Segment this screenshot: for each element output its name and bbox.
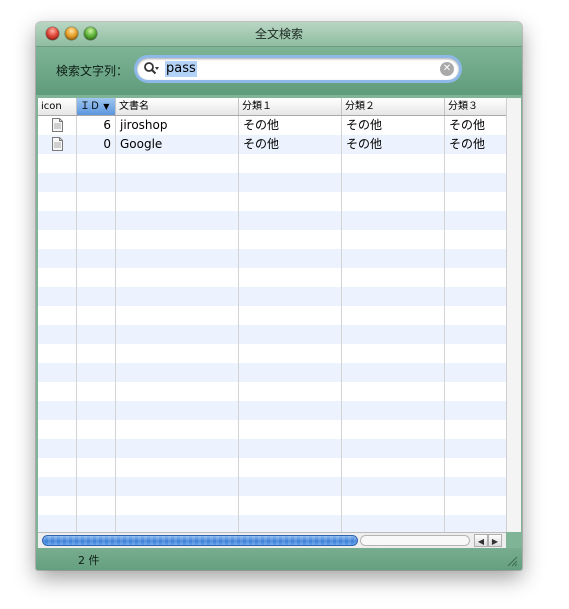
clear-search-icon[interactable]: ✕ xyxy=(440,62,454,76)
empty-row xyxy=(38,192,506,211)
column-header-id[interactable]: ＩＤ ▼ xyxy=(77,98,116,115)
scroll-right-arrow-icon[interactable]: ▶ xyxy=(488,534,502,547)
column-header-cat2[interactable]: 分類２ xyxy=(342,98,445,115)
row-id: 6 xyxy=(103,118,111,132)
empty-row xyxy=(38,382,506,401)
column-header-name[interactable]: 文書名 xyxy=(116,98,239,115)
table-header: icon ＩＤ ▼ 文書名 分類１ 分類２ 分類３ xyxy=(38,98,506,116)
empty-row xyxy=(38,344,506,363)
empty-row xyxy=(38,439,506,458)
empty-row xyxy=(38,477,506,496)
row-id: 0 xyxy=(103,137,111,151)
row-name: jiroshop xyxy=(120,118,168,132)
empty-row xyxy=(38,173,506,192)
row-cat3: その他 xyxy=(449,118,486,132)
column-header-icon[interactable]: icon xyxy=(38,98,77,115)
search-input-text[interactable]: pass xyxy=(165,61,197,77)
row-cat1: その他 xyxy=(243,137,280,151)
row-cat2: その他 xyxy=(346,137,383,151)
empty-row xyxy=(38,287,506,306)
empty-row xyxy=(38,230,506,249)
column-divider xyxy=(76,116,77,532)
scroll-thumb[interactable] xyxy=(42,535,358,546)
status-bar: 2 件 xyxy=(36,548,522,570)
search-icon[interactable] xyxy=(143,61,159,77)
column-header-cat3[interactable]: 分類３ xyxy=(445,98,506,115)
empty-row xyxy=(38,515,506,532)
empty-row xyxy=(38,154,506,173)
document-icon xyxy=(52,118,63,132)
search-field[interactable]: pass ✕ xyxy=(137,58,459,80)
vertical-scrollbar[interactable] xyxy=(506,98,521,532)
window-title: 全文検索 xyxy=(254,27,303,41)
search-window: 全文検索 検索文字列： pass ✕ icon ＩＤ ▼ 文書名 分類１ 分類２… xyxy=(36,22,522,570)
scroll-left-arrow-icon[interactable]: ◀ xyxy=(474,534,488,547)
column-divider xyxy=(238,116,239,532)
empty-row xyxy=(38,496,506,515)
results-table: icon ＩＤ ▼ 文書名 分類１ 分類２ 分類３ 6 jiroshop その他… xyxy=(38,98,506,532)
empty-row xyxy=(38,268,506,287)
row-cat3: その他 xyxy=(449,137,486,151)
row-cat1: その他 xyxy=(243,118,280,132)
empty-row xyxy=(38,211,506,230)
search-toolbar: 検索文字列： pass ✕ xyxy=(36,47,522,95)
empty-row xyxy=(38,420,506,439)
empty-row xyxy=(38,325,506,344)
sort-descending-icon: ▼ xyxy=(103,102,110,111)
column-divider xyxy=(444,116,445,532)
resize-grip-icon[interactable] xyxy=(507,556,518,567)
row-cat2: その他 xyxy=(346,118,383,132)
table-body: 6 jiroshop その他 その他 その他 0 Google その他 その他 … xyxy=(38,116,506,532)
empty-row xyxy=(38,401,506,420)
column-divider xyxy=(341,116,342,532)
title-bar[interactable]: 全文検索 xyxy=(36,22,522,47)
column-header-id-label: ＩＤ xyxy=(80,101,100,112)
empty-row xyxy=(38,458,506,477)
empty-row xyxy=(38,249,506,268)
empty-row xyxy=(38,363,506,382)
row-name: Google xyxy=(120,137,163,151)
column-header-cat1[interactable]: 分類１ xyxy=(239,98,342,115)
search-label: 検索文字列： xyxy=(56,64,129,78)
scroll-track[interactable] xyxy=(360,535,470,546)
document-icon xyxy=(52,137,63,151)
empty-row xyxy=(38,306,506,325)
column-divider xyxy=(115,116,116,532)
result-count: 2 件 xyxy=(78,554,100,567)
horizontal-scrollbar[interactable]: ◀ ▶ xyxy=(38,532,506,548)
